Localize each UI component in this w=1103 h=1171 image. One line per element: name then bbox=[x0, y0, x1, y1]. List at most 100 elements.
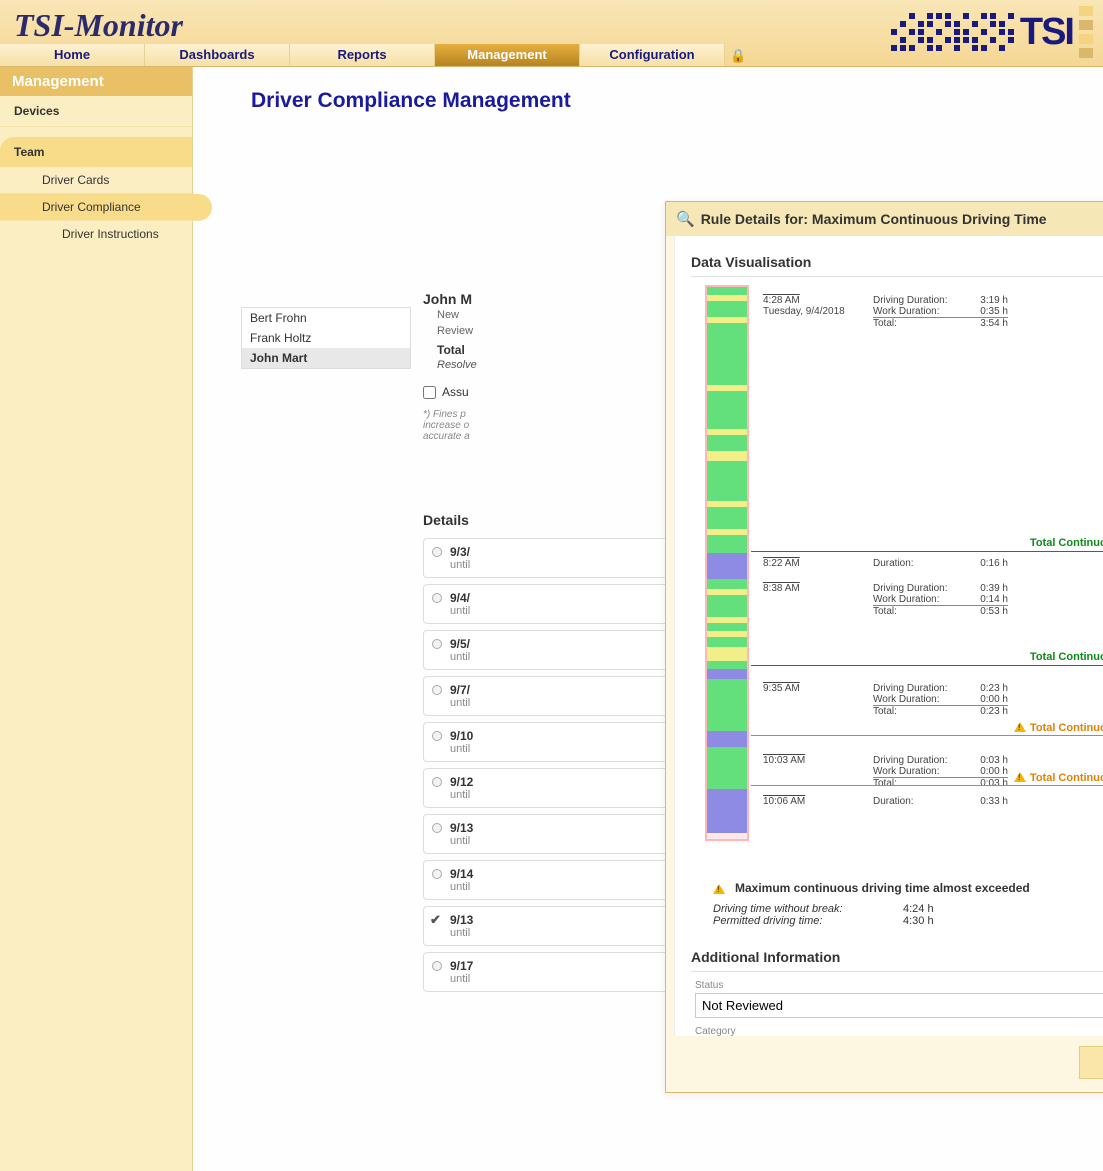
sidebar-item-driver-compliance[interactable]: Driver Compliance bbox=[0, 194, 212, 221]
status-select[interactable]: Not Reviewed bbox=[695, 993, 1103, 1018]
logo-side-blocks bbox=[1079, 6, 1093, 58]
magnifier-icon: 🔍 bbox=[676, 210, 695, 228]
summary-row-review: Review bbox=[423, 323, 683, 339]
timeline-segment-break bbox=[707, 789, 747, 833]
nav-home[interactable]: Home bbox=[0, 44, 145, 66]
section-additional-info: Additional Information bbox=[691, 941, 1103, 972]
modal-body[interactable]: Data Visualisation 4:28 AMTuesday, 9/4/2… bbox=[674, 236, 1103, 1036]
detail-item[interactable]: 9/3/until bbox=[423, 538, 683, 578]
category-label: Category bbox=[695, 1026, 1103, 1036]
timeline-segment-drive bbox=[707, 747, 747, 789]
duration-block: Driving Duration:0:39 hWork Duration:0:1… bbox=[873, 583, 1008, 617]
modal-title: Rule Details for: Maximum Continuous Dri… bbox=[701, 211, 1047, 227]
close-button[interactable]: Close bbox=[1079, 1046, 1103, 1079]
radio-icon bbox=[432, 685, 442, 695]
main-content: Driver Compliance Management Bert Frohn … bbox=[193, 67, 1103, 1171]
nav-configuration[interactable]: Configuration bbox=[580, 44, 725, 66]
driver-list-item[interactable]: John Mart bbox=[242, 348, 410, 368]
continuous-driving-label: Total Continuous Driving: 4:21 h bbox=[1014, 721, 1103, 734]
detail-item[interactable]: 9/7/until bbox=[423, 676, 683, 716]
time-label: 8:22 AM bbox=[763, 558, 800, 569]
nav-reports[interactable]: Reports bbox=[290, 44, 435, 66]
summary-heading: Maximum continuous driving time almost e… bbox=[735, 881, 1030, 895]
check-icon bbox=[432, 915, 442, 925]
continuous-driving-line bbox=[751, 735, 1103, 736]
timeline-segment-break bbox=[707, 553, 747, 579]
main-nav: Home Dashboards Reports Management Confi… bbox=[0, 44, 725, 66]
sidebar-item-driver-cards[interactable]: Driver Cards bbox=[0, 167, 192, 194]
radio-icon bbox=[432, 639, 442, 649]
timeline-segment-break bbox=[707, 669, 747, 679]
summary-row-total: Total bbox=[423, 339, 683, 359]
rule-details-modal: 🔍 Rule Details for: Maximum Continuous D… bbox=[665, 201, 1103, 1093]
driver-list-item[interactable]: Bert Frohn bbox=[242, 308, 410, 328]
driver-list-item[interactable]: Frank Holtz bbox=[242, 328, 410, 348]
timeline-segment-drive bbox=[707, 679, 747, 731]
detail-item[interactable]: 9/12until bbox=[423, 768, 683, 808]
duration-block: Driving Duration:3:19 hWork Duration:0:3… bbox=[873, 295, 1008, 329]
detail-item[interactable]: 9/13until bbox=[423, 814, 683, 854]
detail-item[interactable]: 9/13until bbox=[423, 906, 683, 946]
modal-header: 🔍 Rule Details for: Maximum Continuous D… bbox=[666, 202, 1103, 236]
sidebar-title: Management bbox=[0, 67, 192, 96]
timeline-segment-drive bbox=[707, 637, 747, 647]
summary-row-new: New bbox=[423, 307, 683, 323]
duration-block: Driving Duration:0:03 hWork Duration:0:0… bbox=[873, 755, 1008, 789]
timeline-segment-work bbox=[707, 647, 747, 661]
lock-icon[interactable]: 🔒 bbox=[730, 48, 746, 64]
continuous-driving-label: Total Continuous Driving: 3:19 h bbox=[1030, 537, 1103, 549]
time-label: 8:38 AM bbox=[763, 583, 800, 594]
detail-item[interactable]: 9/17until bbox=[423, 952, 683, 992]
continuous-driving-label: Total Continuous Driving: 3:58 h bbox=[1030, 651, 1103, 663]
assume-checkbox[interactable] bbox=[423, 386, 436, 399]
timeline-segment-drive bbox=[707, 287, 747, 295]
logo-text: TSI bbox=[1020, 11, 1073, 54]
continuous-driving-label: Total Continuous Driving: 4:24 h bbox=[1014, 771, 1103, 784]
timeline-segment-break bbox=[707, 731, 747, 747]
detail-item[interactable]: 9/10until bbox=[423, 722, 683, 762]
detail-item[interactable]: 9/14until bbox=[423, 860, 683, 900]
logo-dots-icon bbox=[891, 13, 1014, 51]
duration-block: Duration:0:16 h bbox=[873, 558, 1008, 569]
logo: TSI bbox=[891, 6, 1093, 58]
radio-icon bbox=[432, 547, 442, 557]
timeline-segment-drive bbox=[707, 301, 747, 317]
duration-block: Driving Duration:0:23 hWork Duration:0:0… bbox=[873, 683, 1008, 717]
timeline-segment-drive bbox=[707, 661, 747, 669]
driver-summary-column: John M New Review Total Resolve Assu *) … bbox=[423, 291, 683, 998]
summary-row-resolve: Resolve bbox=[423, 359, 683, 381]
duration-block: Duration:0:33 h bbox=[873, 796, 1008, 807]
warning-icon bbox=[713, 884, 725, 894]
assume-label: Assu bbox=[442, 385, 469, 399]
continuous-driving-line bbox=[751, 551, 1103, 552]
summary-label: Driving time without break: bbox=[713, 903, 903, 915]
radio-icon bbox=[432, 731, 442, 741]
sidebar: Management Devices Team Driver Cards Dri… bbox=[0, 67, 193, 1171]
time-label: 10:03 AM bbox=[763, 755, 805, 766]
detail-item[interactable]: 9/4/until bbox=[423, 584, 683, 624]
sidebar-item-devices[interactable]: Devices bbox=[0, 96, 192, 127]
timeline-segment-drive bbox=[707, 461, 747, 501]
timeline-bar bbox=[705, 285, 749, 841]
sidebar-item-driver-instructions[interactable]: Driver Instructions bbox=[0, 221, 192, 247]
timeline-segment-drive bbox=[707, 595, 747, 617]
assume-checkbox-row: Assu bbox=[423, 381, 683, 403]
timeline-segment-work bbox=[707, 451, 747, 461]
driver-list: Bert Frohn Frank Holtz John Mart bbox=[241, 307, 411, 369]
nav-dashboards[interactable]: Dashboards bbox=[145, 44, 290, 66]
page-title: Driver Compliance Management bbox=[251, 89, 1103, 113]
radio-icon bbox=[432, 823, 442, 833]
status-label: Status bbox=[695, 980, 1103, 991]
detail-item[interactable]: 9/5/until bbox=[423, 630, 683, 670]
time-label: 10:06 AM bbox=[763, 796, 805, 807]
timeline-segment-drive bbox=[707, 507, 747, 529]
brand: TSI-Monitor bbox=[14, 7, 183, 44]
topbar: TSI-Monitor Home Dashboards Reports Mana… bbox=[0, 0, 1103, 67]
sidebar-item-team[interactable]: Team bbox=[0, 137, 192, 167]
timeline-segment-drive bbox=[707, 323, 747, 385]
nav-management[interactable]: Management bbox=[435, 44, 580, 66]
timeline-segment-drive bbox=[707, 623, 747, 631]
radio-icon bbox=[432, 777, 442, 787]
radio-icon bbox=[432, 593, 442, 603]
fines-note: *) Fines p increase o accurate a bbox=[423, 409, 683, 442]
